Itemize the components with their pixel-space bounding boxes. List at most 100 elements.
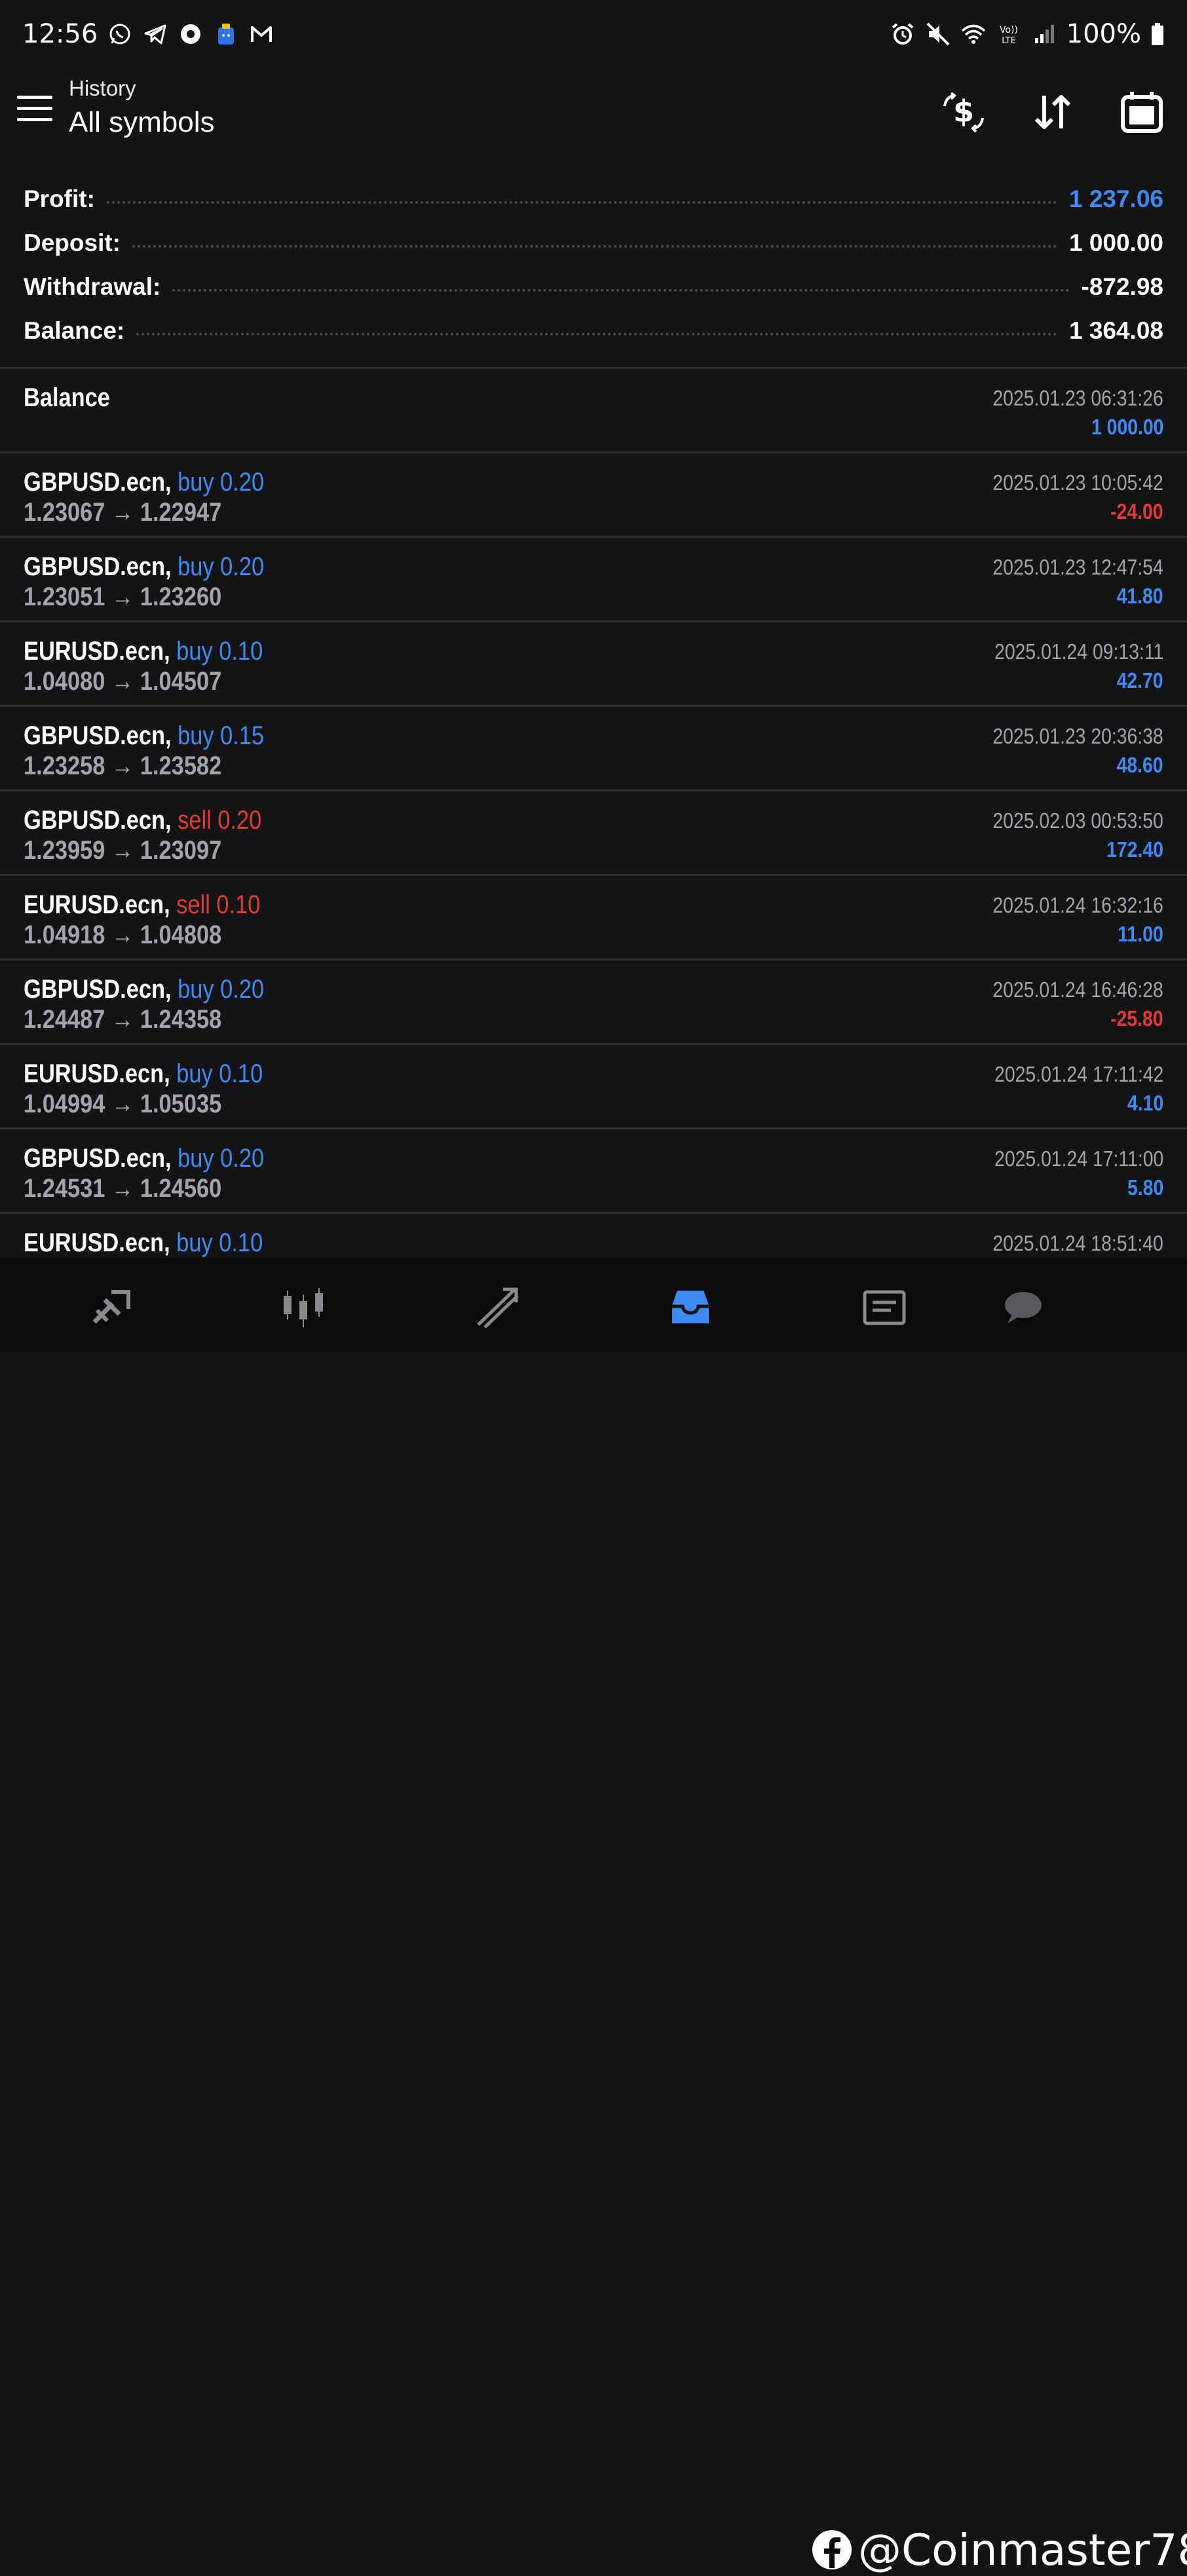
summary-label: Deposit: [24,229,121,256]
summary-label: Balance: [24,316,125,344]
deal-profit: -25.80 [1110,1006,1163,1031]
deal-type: buy 0.10 [176,1059,263,1088]
deal-profit: 5.80 [1127,1175,1163,1200]
deal-profit: 11.00 [1118,922,1163,946]
deal-type: buy 0.15 [178,721,265,750]
deal-time: 2025.01.24 09:13:11 [994,639,1163,664]
gmail-icon [248,21,274,47]
menu-button[interactable] [17,96,52,124]
deal-symbol: EURUSD.ecn, [24,637,170,666]
bottom-navigation: @Coinmaster78 [0,1258,1187,2575]
deal-time: 2025.01.23 10:05:42 [992,470,1163,495]
deal-title: GBPUSD.ecn, buy 0.20 [24,552,264,582]
svg-text:$: $ [953,94,974,129]
messages-icon[interactable] [858,1281,911,1334]
deal-prices: 1.04080 → 1.04507 [24,667,222,696]
deal-title: EURUSD.ecn, buy 0.10 [24,1228,263,1258]
trade-icon[interactable] [472,1281,524,1334]
app-icon [213,21,239,47]
deal-row[interactable]: GBPUSD.ecn, buy 0.20 1.24531 → 1.24560 202… [0,1129,1187,1214]
entry-amount: 1 000.00 [1091,415,1163,439]
menu-icon-line [17,118,52,121]
deal-type: sell 0.10 [176,890,261,919]
balance-entry[interactable]: Balance 2025.01.23 06:31:26 1 000.00 [0,369,1187,453]
page-subtitle: History [69,76,136,100]
menu-icon [17,96,52,99]
deal-time: 2025.01.23 12:47:54 [992,555,1163,579]
deal-symbol: GBPUSD.ecn, [24,1144,172,1173]
deal-title: GBPUSD.ecn, buy 0.20 [24,1144,264,1173]
watermark-text: @Coinmaster78 [858,2524,1187,2575]
summary-row-deposit: Deposit: 1 000.00 [24,221,1163,265]
mute-icon [925,21,951,47]
deal-symbol: EURUSD.ecn, [24,1059,170,1088]
deal-symbol: GBPUSD.ecn, [24,552,172,581]
summary-row-profit: Profit: 1 237.06 [24,177,1163,221]
svg-text:LTE: LTE [1002,36,1016,46]
deal-title: EURUSD.ecn, buy 0.10 [24,1059,263,1089]
deal-profit: 41.80 [1116,584,1163,608]
deal-symbol: GBPUSD.ecn, [24,806,172,835]
deal-time: 2025.02.03 00:53:50 [992,808,1163,833]
alarm-icon [890,21,916,47]
deal-time: 2025.01.23 20:36:38 [992,724,1163,748]
deal-row[interactable]: GBPUSD.ecn, buy 0.20 1.23051 → 1.23260 202… [0,538,1187,622]
entry-time: 2025.01.23 06:31:26 [992,386,1163,410]
deal-row[interactable]: EURUSD.ecn, buy 0.10 1.04994 → 1.05035 202… [0,1045,1187,1129]
deal-prices: 1.23051 → 1.23260 [24,582,222,611]
deal-prices: 1.04918 → 1.04808 [24,920,222,949]
deal-profit: -24.00 [1110,499,1163,523]
deal-type: buy 0.20 [178,468,265,497]
menu-icon-line [17,107,52,110]
deal-row[interactable]: GBPUSD.ecn, buy 0.20 1.23067 → 1.22947 202… [0,453,1187,538]
deal-title: GBPUSD.ecn, buy 0.20 [24,975,264,1004]
dotted-leader [172,288,1070,292]
app-header: History All symbols $ [0,72,1187,151]
deal-prices: 1.24531 → 1.24560 [24,1174,222,1203]
deal-type: sell 0.20 [178,806,262,835]
dotted-leader [106,200,1057,204]
summary-value: 1 237.06 [1068,185,1163,212]
status-time: 12:56 [22,19,98,49]
deal-prices: 1.23258 → 1.23582 [24,751,222,780]
summary-label: Profit: [24,185,95,212]
deal-row[interactable]: GBPUSD.ecn, buy 0.15 1.23258 → 1.23582 202… [0,707,1187,791]
svg-text:Vo)): Vo)) [1000,25,1018,35]
deal-type: buy 0.20 [178,552,265,581]
deal-type: buy 0.10 [176,1228,263,1257]
summary-value: 1 000.00 [1068,229,1163,256]
deal-time: 2025.01.24 16:32:16 [992,893,1163,917]
telegram-icon [142,21,168,47]
volte-icon: Vo)) LTE [996,21,1022,47]
sort-icon[interactable] [1028,88,1077,136]
deal-title: EURUSD.ecn, sell 0.10 [24,890,260,920]
summary-row-withdrawal: Withdrawal: -872.98 [24,265,1163,309]
record-icon [178,21,204,47]
whatsapp-icon [107,21,133,47]
dotted-leader [136,332,1057,335]
deal-profit: 42.70 [1116,668,1163,692]
deal-title: GBPUSD.ecn, sell 0.20 [24,806,261,835]
exchange-dollar-icon[interactable]: $ [939,88,988,136]
history-icon[interactable] [664,1281,717,1334]
chart-icon[interactable] [278,1281,331,1334]
deal-row[interactable]: EURUSD.ecn, sell 0.10 1.04918 → 1.04808 20… [0,876,1187,960]
chat-icon[interactable] [996,1281,1048,1334]
deal-row[interactable]: GBPUSD.ecn, sell 0.20 1.23959 → 1.23097 20… [0,791,1187,876]
history-summary: Profit: 1 237.06 Deposit: 1 000.00 Withd… [24,177,1163,352]
facebook-icon [812,2530,852,2569]
quotes-icon[interactable] [85,1281,138,1334]
deal-title: GBPUSD.ecn, buy 0.20 [24,468,264,497]
deal-row[interactable]: GBPUSD.ecn, buy 0.20 1.24487 → 1.24358 202… [0,960,1187,1045]
calendar-icon[interactable] [1118,88,1166,136]
status-bar: 12:56 Vo)) LTE 100% [0,0,1187,68]
deal-row[interactable]: EURUSD.ecn, buy 0.10 1.04080 → 1.04507 202… [0,622,1187,707]
history-list[interactable]: Balance 2025.01.23 06:31:26 1 000.00 GBP… [0,369,1187,1298]
status-bar-right: Vo)) LTE 100% [890,19,1165,49]
summary-value: -872.98 [1081,273,1164,300]
deal-type: buy 0.10 [176,637,263,666]
deal-rows: GBPUSD.ecn, buy 0.20 1.23067 → 1.22947 202… [0,453,1187,1298]
summary-row-balance: Balance: 1 364.08 [24,309,1163,352]
status-bar-left: 12:56 [22,19,274,49]
symbol-filter-title[interactable]: All symbols [69,106,215,139]
